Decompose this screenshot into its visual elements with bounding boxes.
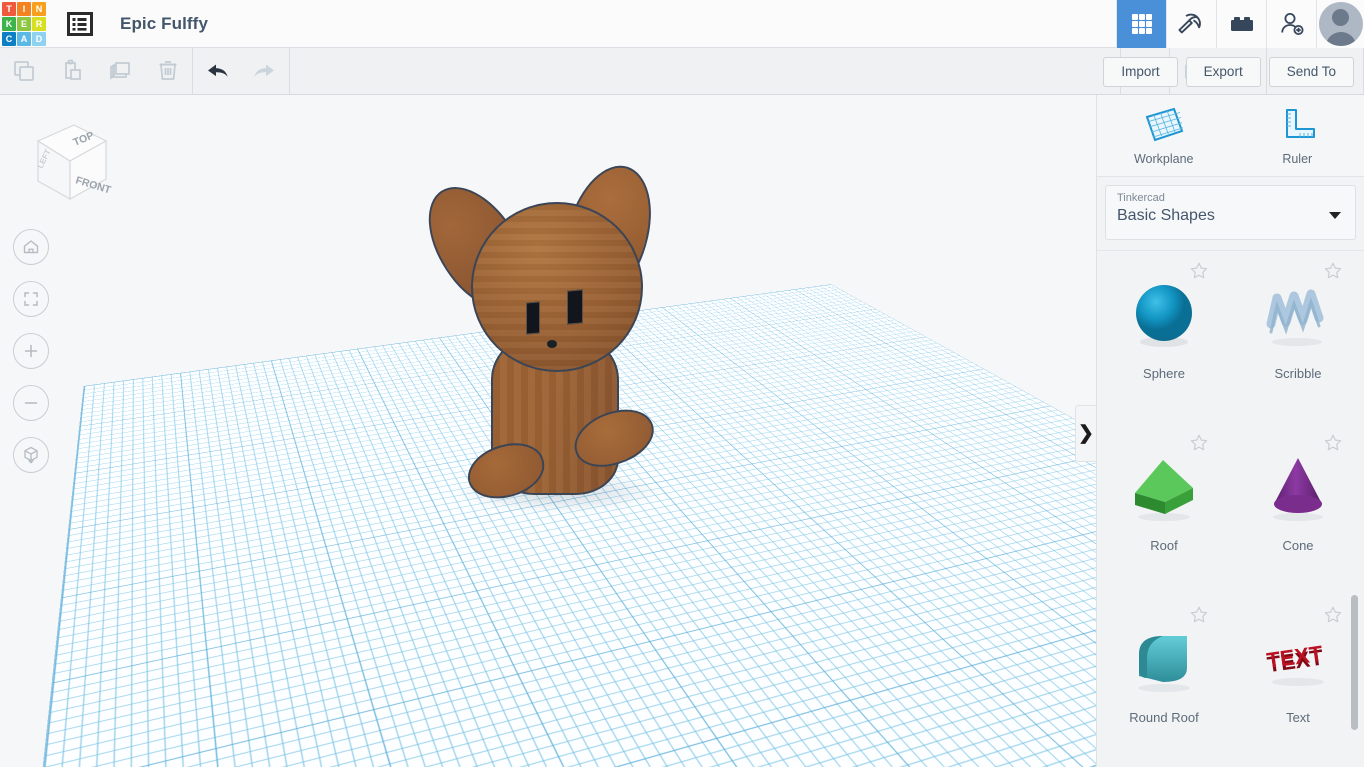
add-person-icon[interactable]: [1266, 0, 1316, 48]
duplicate-button[interactable]: [96, 48, 144, 94]
model-eye-left: [526, 301, 540, 334]
view-cube[interactable]: TOP FRONT LEFT: [18, 115, 114, 211]
export-button[interactable]: Export: [1186, 57, 1261, 87]
shape-item-sphere[interactable]: Sphere: [1097, 251, 1231, 405]
home-view-button[interactable]: [13, 229, 49, 265]
page-title: Epic Fulffy: [120, 14, 208, 34]
lego-brick-icon[interactable]: [1216, 0, 1266, 48]
logo-tile-d: D: [32, 32, 46, 46]
toolbar-divider-2: [289, 48, 290, 95]
logo-tile-k: K: [2, 17, 16, 31]
shape-thumbnail-sphere-icon: [1125, 276, 1203, 354]
shape-item-round-roof[interactable]: Round Roof: [1097, 595, 1231, 749]
panel-collapse-button[interactable]: ❯: [1075, 405, 1096, 462]
logo-tile-a: A: [17, 32, 31, 46]
logo-tile-c: C: [2, 32, 16, 46]
redo-button[interactable]: [241, 48, 289, 94]
shape-grid: Sphere Scribble Roof Cone Round Roof TEXTTEXT…: [1097, 250, 1364, 767]
workplane-grid-icon: [1141, 105, 1187, 145]
workplane-tool[interactable]: Workplane: [1097, 95, 1231, 176]
brown-bunny-model[interactable]: [435, 170, 675, 520]
top-bar: TIN KER CAD Epic Fulffy: [0, 0, 1364, 48]
grid-gallery-icon[interactable]: [1116, 0, 1166, 48]
shape-item-roof[interactable]: Roof: [1097, 423, 1231, 577]
ruler-tool[interactable]: Ruler: [1231, 95, 1364, 176]
codeblocks-pickaxe-icon[interactable]: [1166, 0, 1216, 48]
zoom-in-button[interactable]: [13, 333, 49, 369]
fit-to-view-button[interactable]: [13, 281, 49, 317]
history-tool-group: [193, 48, 289, 95]
shapes-panel: Workplane Ruler T: [1096, 95, 1364, 767]
chevron-down-icon: [1329, 212, 1341, 219]
shape-thumbnail-cone-icon: [1259, 448, 1337, 526]
action-button-row: Import Export Send To: [1103, 48, 1354, 95]
shape-thumbnail-round-roof-icon: [1125, 620, 1203, 698]
scrollbar-thumb[interactable]: [1351, 595, 1358, 730]
topbar-right-group: [1116, 0, 1364, 48]
tinkercad-logo[interactable]: TIN KER CAD: [2, 2, 46, 46]
paste-button[interactable]: [48, 48, 96, 94]
import-button[interactable]: Import: [1103, 57, 1177, 87]
workplane-tool-label: Workplane: [1134, 152, 1194, 166]
orthographic-toggle-button[interactable]: [13, 437, 49, 473]
logo-tile-e: E: [17, 17, 31, 31]
shape-item-cone[interactable]: Cone: [1231, 423, 1364, 577]
shape-library-value: Basic Shapes: [1117, 207, 1215, 225]
logo-tile-i: I: [17, 2, 31, 16]
ruler-icon: [1274, 105, 1320, 145]
model-eye-right: [567, 289, 583, 324]
shape-item-label: Scribble: [1275, 366, 1322, 381]
shape-item-text[interactable]: TEXTTEXT Text: [1231, 595, 1364, 749]
ruler-tool-label: Ruler: [1282, 152, 1312, 166]
logo-tile-t: T: [2, 2, 16, 16]
clipboard-tool-group: [0, 48, 192, 95]
shape-item-label: Round Roof: [1129, 710, 1198, 725]
model-nose: [547, 340, 557, 348]
avatar-image: [1319, 2, 1363, 46]
logo-tile-r: R: [32, 17, 46, 31]
edit-toolbar: Import Export Send To: [0, 48, 1364, 95]
shape-item-label: Text: [1286, 710, 1310, 725]
list-menu-icon[interactable]: [62, 6, 98, 42]
shape-item-scribble[interactable]: Scribble: [1231, 251, 1364, 405]
shape-item-label: Cone: [1282, 538, 1313, 553]
undo-button[interactable]: [193, 48, 241, 94]
tinkercad-app: TIN KER CAD Epic Fulffy: [0, 0, 1364, 767]
shape-item-label: Roof: [1150, 538, 1177, 553]
avatar[interactable]: [1316, 0, 1364, 48]
3d-canvas[interactable]: TOP FRONT LEFT: [0, 95, 1096, 767]
copy-button[interactable]: [0, 48, 48, 94]
logo-tile-n: N: [32, 2, 46, 16]
shape-thumbnail-text-icon: TEXTTEXT: [1259, 620, 1337, 698]
shape-thumbnail-roof-icon: [1125, 448, 1203, 526]
delete-button[interactable]: [144, 48, 192, 94]
shape-library-kicker: Tinkercad: [1117, 192, 1165, 204]
shape-library-select[interactable]: Tinkercad Basic Shapes: [1105, 185, 1356, 240]
model-head: [471, 202, 643, 372]
shape-thumbnail-scribble-icon: [1259, 276, 1337, 354]
send-to-button[interactable]: Send To: [1269, 57, 1354, 87]
shape-panel-scrollbar[interactable]: [1354, 255, 1361, 760]
shape-item-label: Sphere: [1143, 366, 1185, 381]
zoom-out-button[interactable]: [13, 385, 49, 421]
panel-tools: Workplane Ruler: [1097, 95, 1364, 177]
